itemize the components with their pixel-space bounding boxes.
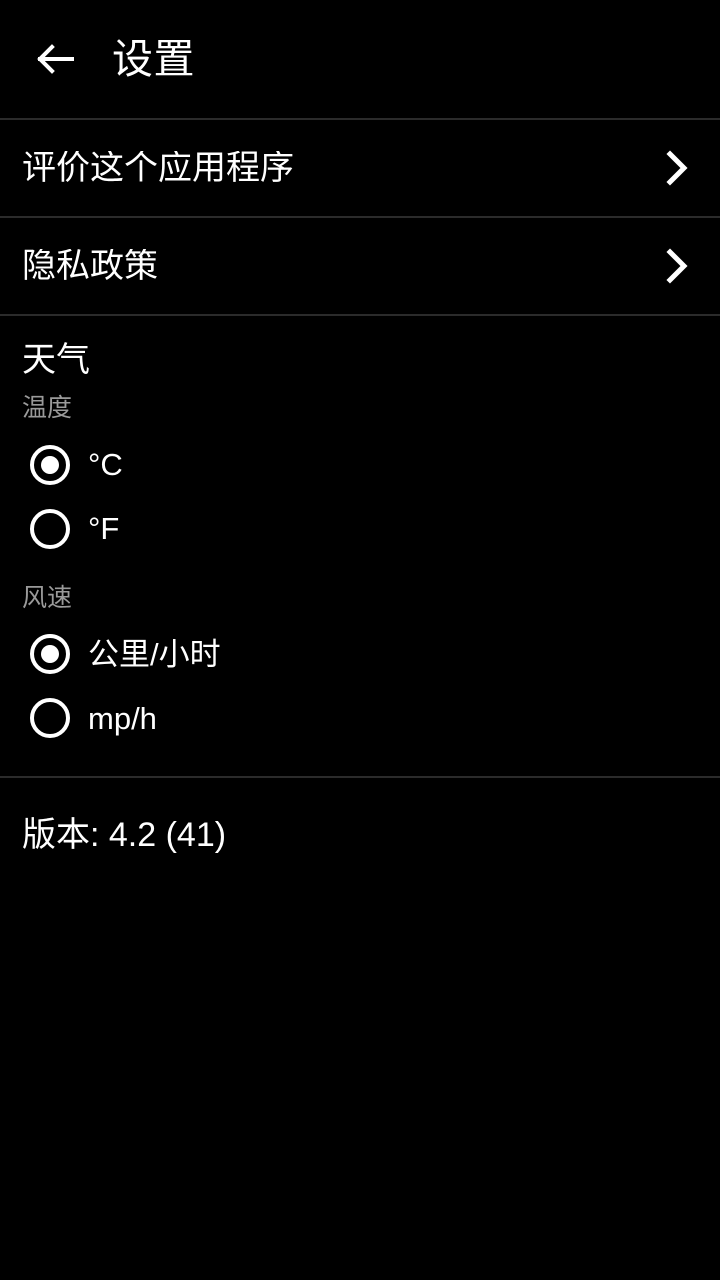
radio-label-kmh: 公里/小时 xyxy=(88,636,221,672)
back-button[interactable] xyxy=(24,27,88,91)
temperature-group: 温度 °C °F xyxy=(22,395,698,561)
radio-label-celsius: °C xyxy=(88,447,123,483)
radio-mph-icon[interactable] xyxy=(30,698,70,739)
nav-row-privacy-policy[interactable]: 隐私政策 xyxy=(0,218,720,314)
weather-section: 天气 温度 °C °F 风速 公里/小时 mp/h xyxy=(0,316,720,776)
radio-row-fahrenheit[interactable]: °F xyxy=(22,497,698,561)
wind-speed-group-label: 风速 xyxy=(22,583,73,612)
radio-row-mph[interactable]: mp/h xyxy=(22,686,698,750)
nav-row-label: 评价这个应用程序 xyxy=(22,151,294,185)
temperature-group-label: 温度 xyxy=(22,394,73,423)
version-block: 版本: 4.2 (41) xyxy=(0,778,720,852)
settings-screen: 设置 评价这个应用程序 隐私政策 天气 温度 °C °F 风速 公里/小时 mp… xyxy=(0,0,720,1280)
radio-row-kmh[interactable]: 公里/小时 xyxy=(22,622,698,686)
page-title: 设置 xyxy=(112,35,195,82)
chevron-right-icon xyxy=(660,150,694,186)
app-bar: 设置 xyxy=(0,0,720,118)
radio-fahrenheit-icon[interactable] xyxy=(30,508,70,549)
weather-section-title: 天气 xyxy=(22,341,90,379)
radio-label-fahrenheit: °F xyxy=(88,511,120,547)
chevron-right-icon xyxy=(660,248,694,284)
arrow-left-icon xyxy=(34,37,78,81)
wind-speed-group: 风速 公里/小时 mp/h xyxy=(22,583,698,751)
radio-celsius-icon[interactable] xyxy=(30,444,70,485)
radio-kmh-icon[interactable] xyxy=(30,634,70,675)
nav-row-rate-app[interactable]: 评价这个应用程序 xyxy=(0,120,720,216)
version-text: 版本: 4.2 (41) xyxy=(22,816,227,855)
radio-label-mph: mp/h xyxy=(88,700,157,736)
nav-row-label: 隐私政策 xyxy=(22,249,158,283)
radio-row-celsius[interactable]: °C xyxy=(22,433,698,497)
